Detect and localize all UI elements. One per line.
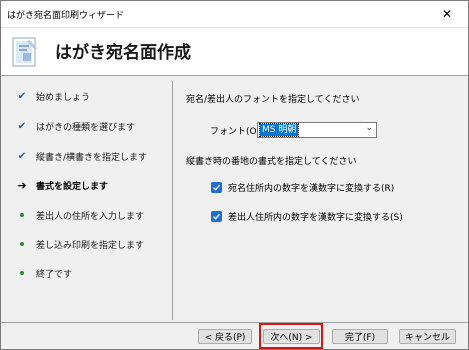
check-icon: ✔ bbox=[17, 120, 27, 132]
sender-kanji-checkbox[interactable] bbox=[211, 210, 222, 222]
title-bar: はがき宛名面印刷ウィザード ✕ bbox=[1, 1, 468, 27]
wizard-steps: ✔ 始めましょう ✔ はがきの種類を選びます ✔ 縦書き/横書きを指定します ➔… bbox=[1, 76, 171, 322]
bullet-icon bbox=[15, 265, 29, 281]
step-item: ✔ 始めましょう bbox=[15, 88, 90, 104]
window-title: はがき宛名面印刷ウィザード bbox=[7, 11, 125, 21]
wizard-header: はがき宛名面作成 bbox=[1, 27, 468, 76]
checkmark-icon bbox=[213, 184, 221, 191]
step-label: 始めましょう bbox=[36, 92, 91, 103]
font-select-value: MS 明朝 bbox=[258, 123, 300, 137]
sender-kanji-checkbox-row[interactable]: 差出人住所内の数字を漢数字に変換する(S) bbox=[211, 209, 403, 223]
font-select[interactable]: MS 明朝 ⌄ bbox=[257, 122, 377, 138]
checkbox-label: 差出人住所内の数字を漢数字に変換する(S) bbox=[228, 212, 403, 223]
font-section-label: 宛名/差出人のフォントを指定してください bbox=[186, 95, 360, 105]
footer-divider bbox=[1, 322, 468, 323]
recipient-kanji-checkbox-row[interactable]: 宛名住所内の数字を漢数字に変換する(R) bbox=[211, 180, 394, 194]
step-item-current: ➔ 書式を設定します bbox=[15, 177, 108, 193]
check-icon: ✔ bbox=[17, 90, 27, 102]
next-button-highlight bbox=[259, 323, 323, 349]
step-item: 終了です bbox=[15, 265, 72, 281]
bullet-icon bbox=[15, 236, 29, 252]
bullet-icon bbox=[15, 207, 29, 223]
step-item: ✔ 縦書き/横書きを指定します bbox=[15, 148, 147, 164]
checkmark-icon bbox=[213, 213, 221, 220]
format-settings-panel: 宛名/差出人のフォントを指定してください フォント(O): MS 明朝 ⌄ 縦書… bbox=[173, 76, 468, 322]
step-label: 書式を設定します bbox=[36, 181, 109, 192]
font-field-label: フォント(O): bbox=[210, 127, 264, 137]
step-label: 終了です bbox=[36, 269, 73, 280]
checkbox-label: 宛名住所内の数字を漢数字に変換する(R) bbox=[228, 183, 395, 194]
recipient-kanji-checkbox[interactable] bbox=[211, 181, 222, 193]
step-label: 差出人の住所を入力します bbox=[36, 211, 145, 222]
back-button[interactable]: < 戻る(P) bbox=[198, 329, 252, 344]
chevron-down-icon[interactable]: ⌄ bbox=[365, 123, 373, 133]
cancel-button[interactable]: キャンセル bbox=[399, 329, 456, 344]
number-section-label: 縦書き時の番地の書式を指定してください bbox=[186, 157, 357, 167]
step-item: 差し込み印刷を指定します bbox=[15, 236, 144, 252]
wizard-window: はがき宛名面印刷ウィザード ✕ はがき宛名面作成 ✔ 始めましょう ✔ はがきの… bbox=[0, 0, 469, 350]
step-label: 差し込み印刷を指定します bbox=[36, 240, 145, 251]
check-icon: ✔ bbox=[17, 150, 27, 162]
step-label: 縦書き/横書きを指定します bbox=[36, 152, 148, 163]
step-label: はがきの種類を選びます bbox=[36, 122, 136, 133]
step-item: ✔ はがきの種類を選びます bbox=[15, 118, 135, 134]
page-title: はがき宛名面作成 bbox=[55, 43, 191, 63]
close-icon[interactable]: ✕ bbox=[437, 4, 457, 24]
arrow-right-icon: ➔ bbox=[17, 178, 27, 192]
postcard-wizard-icon bbox=[12, 37, 37, 67]
finish-button[interactable]: 完了(F) bbox=[332, 329, 388, 344]
step-item: 差出人の住所を入力します bbox=[15, 207, 144, 223]
